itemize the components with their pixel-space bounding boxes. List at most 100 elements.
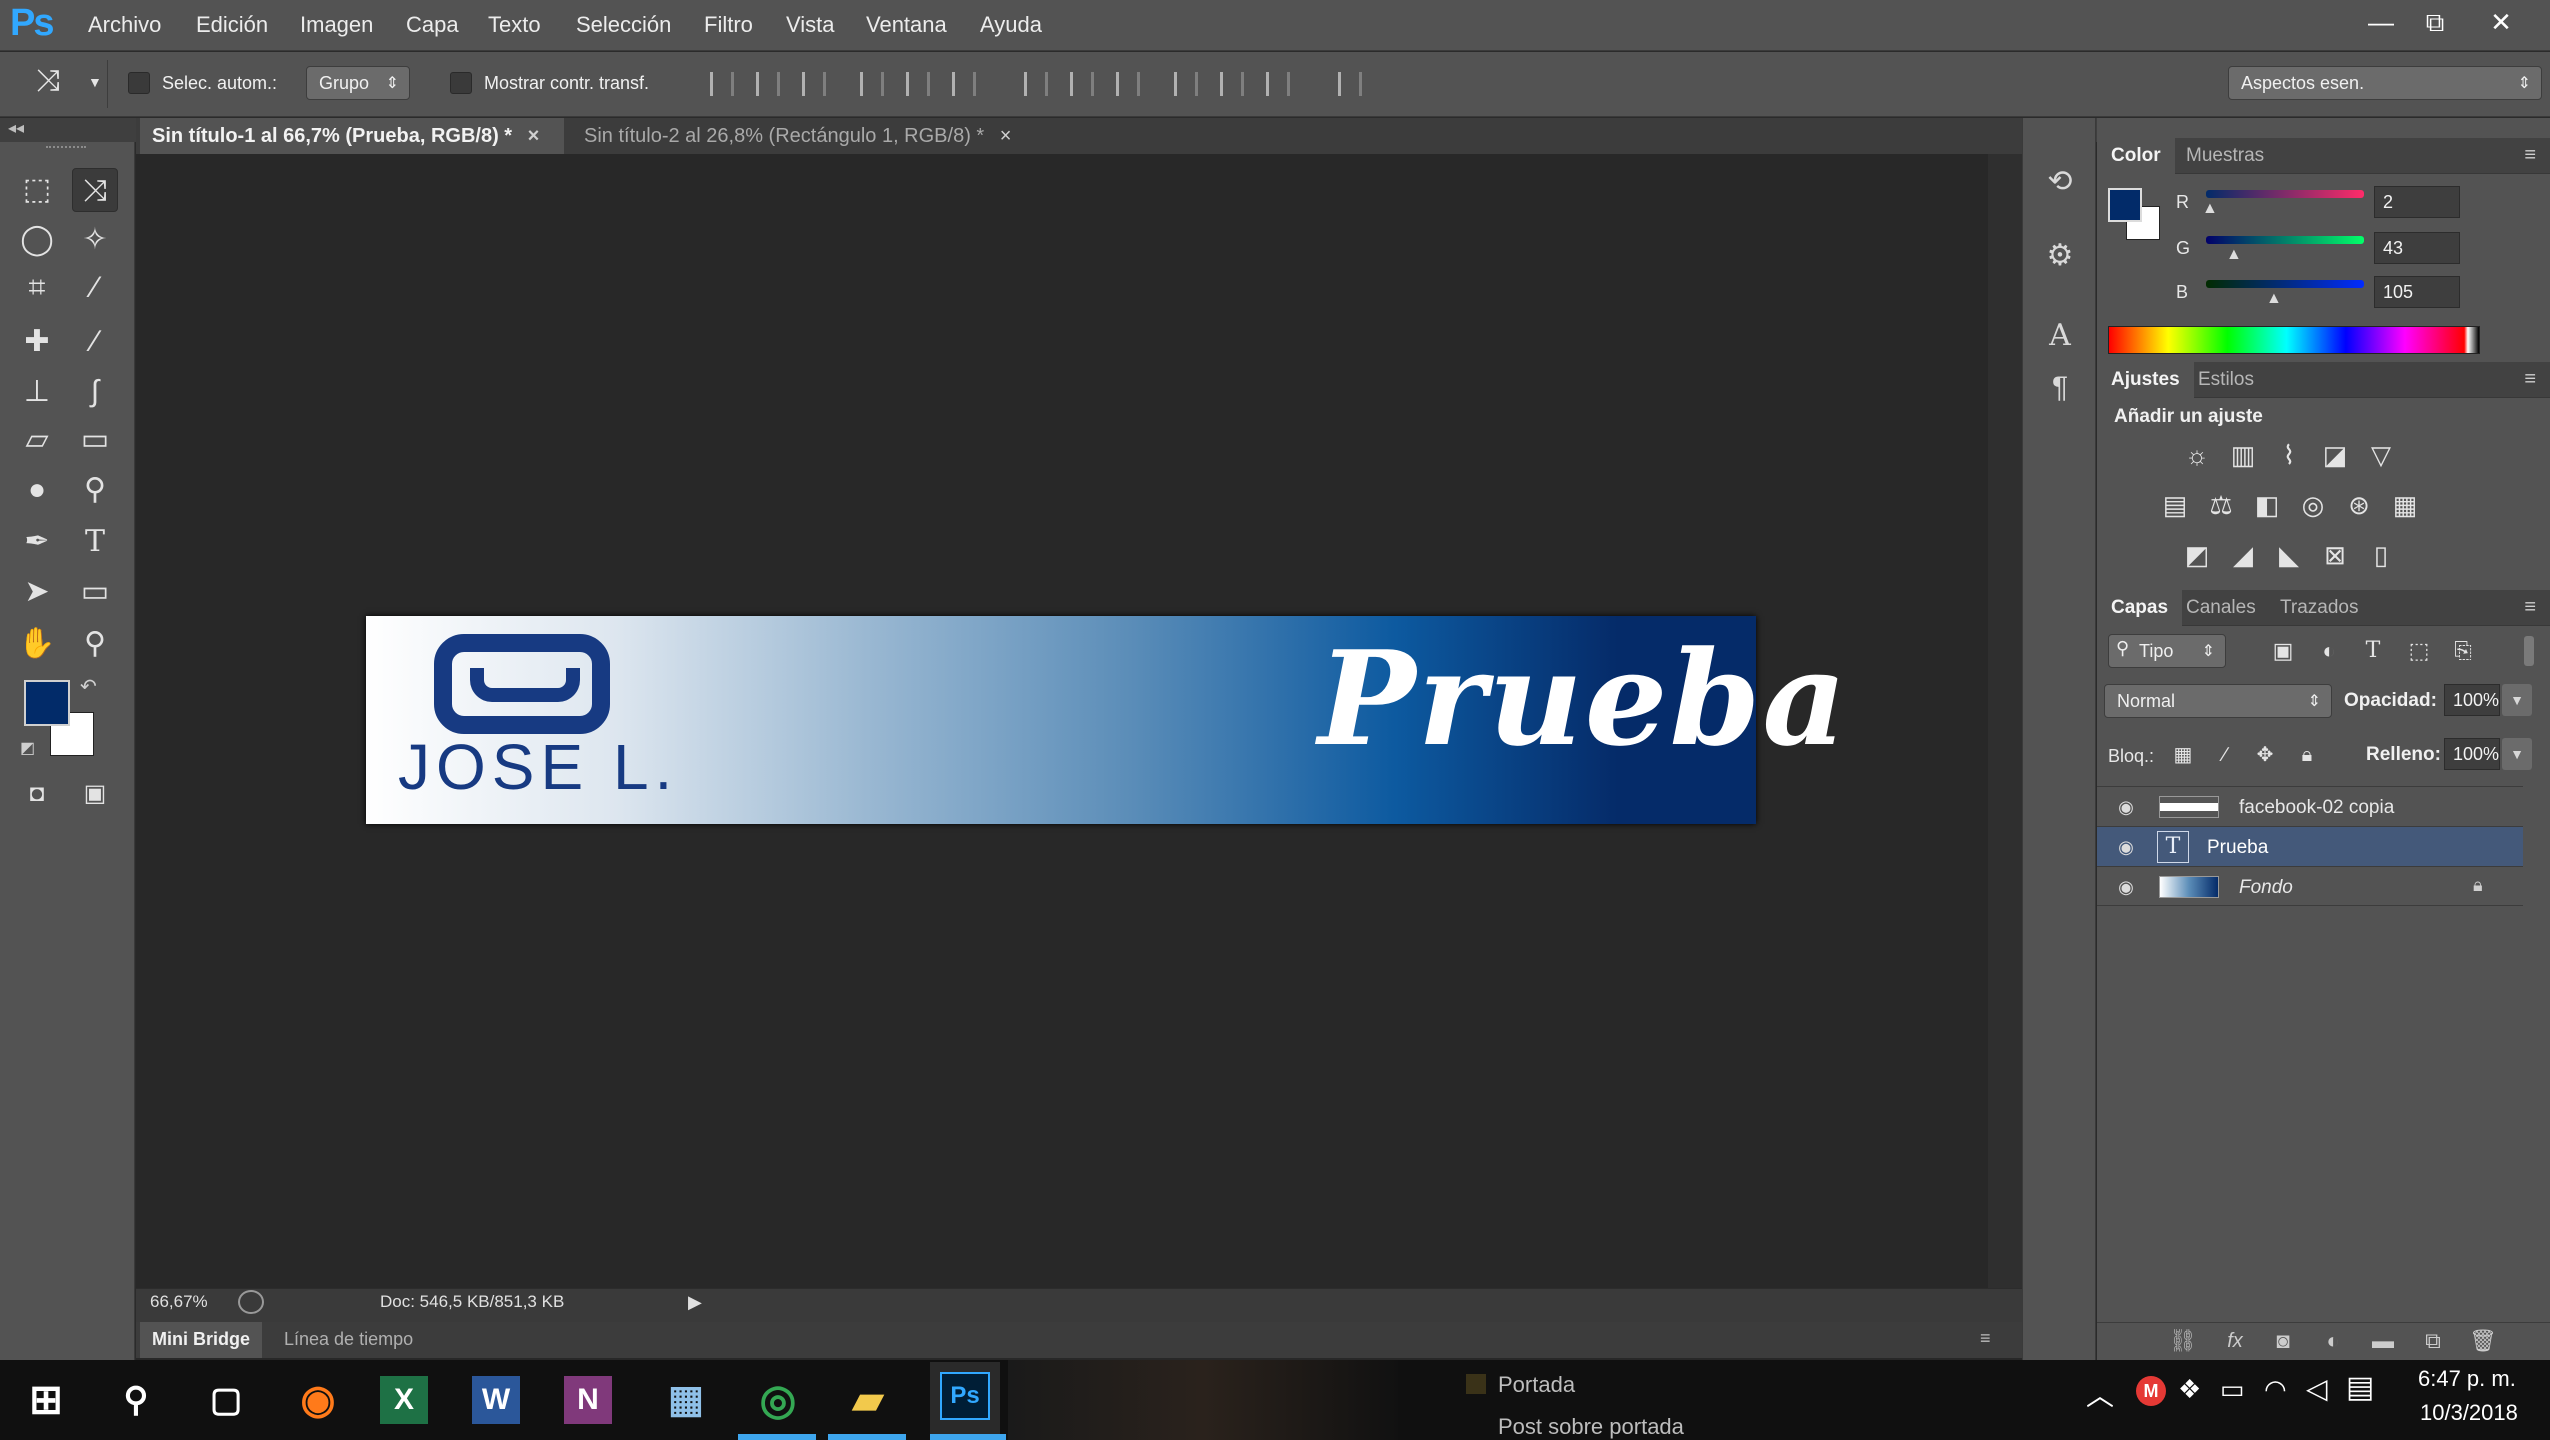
tab-adjustments[interactable]: Ajustes [2097, 362, 2194, 398]
pen-tool-icon[interactable]: ✒ [14, 520, 60, 564]
tab-color[interactable]: Color [2097, 138, 2175, 174]
onenote-icon[interactable]: N [564, 1376, 612, 1424]
new-layer-icon[interactable]: ⧉ [2416, 1324, 2450, 1358]
type-tool-icon[interactable]: T [72, 520, 118, 564]
align-left-icon[interactable] [860, 72, 884, 96]
layer-style-icon[interactable]: fx [2218, 1324, 2252, 1358]
input-g[interactable]: 43 [2374, 232, 2460, 264]
history-brush-tool-icon[interactable]: ∫ [72, 370, 118, 414]
color-lookup-icon[interactable]: ▦ [2388, 488, 2422, 522]
menu-texto[interactable]: Texto [488, 12, 541, 38]
eyedropper-tool-icon[interactable]: ⁄ [72, 266, 118, 310]
battery-tray-icon[interactable]: ▭ [2220, 1374, 2245, 1405]
align-bottom-icon[interactable] [802, 72, 826, 96]
distribute-hcenter-icon[interactable] [1220, 72, 1244, 96]
tool-preset-picker[interactable]: ⤨ ▼ [18, 60, 108, 108]
slider-r-thumb[interactable]: ▲ [2202, 200, 2218, 218]
notifications-icon[interactable]: ▤ [2346, 1370, 2374, 1405]
default-colors-icon[interactable]: ◩ [20, 738, 35, 758]
doc-tab-2[interactable]: Sin título-2 al 26,8% (Rectángulo 1, RGB… [572, 118, 1058, 154]
visibility-eye-icon[interactable]: ◉ [2111, 827, 2141, 867]
search-icon[interactable]: ⚲ [106, 1370, 166, 1430]
vertical-scrollbar[interactable] [1988, 154, 2022, 1288]
input-r[interactable]: 2 [2374, 186, 2460, 218]
fill-slider-button[interactable]: ▼ [2502, 738, 2532, 770]
auto-select-dropdown[interactable]: Grupo [306, 66, 410, 100]
link-layers-icon[interactable]: ⛓ [2166, 1324, 2200, 1358]
black-white-icon[interactable]: ◧ [2250, 488, 2284, 522]
align-right-icon[interactable] [952, 72, 976, 96]
vibrance-icon[interactable]: ▽ [2364, 438, 2398, 472]
layer-row[interactable]: ◉ facebook-02 copia [2097, 786, 2523, 826]
close-tab-icon[interactable]: × [528, 125, 540, 147]
tab-mini-bridge[interactable]: Mini Bridge [140, 1322, 262, 1358]
hand-tool-icon[interactable]: ✋ [14, 622, 60, 666]
filter-shape-icon[interactable]: ⬚ [2402, 634, 2436, 668]
delete-layer-icon[interactable]: 🗑︎ [2466, 1324, 2500, 1358]
zoom-level[interactable]: 66,67% [150, 1292, 208, 1312]
tab-layers[interactable]: Capas [2097, 590, 2183, 626]
distribute-top-icon[interactable] [1024, 72, 1048, 96]
calculator-icon[interactable]: ▦ [656, 1370, 716, 1430]
restore-button[interactable]: ⧉ [2408, 4, 2462, 40]
file-explorer-icon[interactable]: ▰ [838, 1370, 898, 1430]
color-balance-icon[interactable]: ⚖ [2204, 488, 2238, 522]
properties-panel-icon[interactable]: ⚙ [2040, 236, 2080, 276]
tab-paths[interactable]: Trazados [2266, 590, 2373, 626]
eraser-tool-icon[interactable]: ▱ [14, 418, 60, 462]
menu-ventana[interactable]: Ventana [866, 12, 947, 38]
start-icon[interactable]: ⊞ [16, 1370, 76, 1430]
zoom-tool-icon[interactable]: ⚲ [72, 622, 118, 666]
menu-imagen[interactable]: Imagen [300, 12, 373, 38]
slider-b[interactable] [2206, 280, 2364, 288]
panel-menu-icon[interactable]: ≡ [2524, 144, 2536, 167]
photo-filter-icon[interactable]: ◎ [2296, 488, 2330, 522]
levels-icon[interactable]: ▥ [2226, 438, 2260, 472]
slider-r[interactable] [2206, 190, 2364, 198]
brightness-contrast-icon[interactable]: ☼ [2180, 438, 2214, 472]
new-adjustment-icon[interactable]: ◐ [2316, 1324, 2350, 1358]
visibility-eye-icon[interactable]: ◉ [2111, 867, 2141, 907]
status-menu-arrow-icon[interactable]: ▶ [688, 1292, 702, 1313]
foreground-color-swatch[interactable] [24, 680, 70, 726]
blur-tool-icon[interactable]: ● [14, 468, 60, 512]
filter-toggle[interactable] [2524, 636, 2534, 666]
collapse-left-icon[interactable]: ◂◂ [8, 118, 24, 138]
close-tab-icon[interactable]: × [1000, 125, 1012, 147]
photoshop-taskbar-button[interactable]: Ps [930, 1362, 1000, 1434]
filter-adjustment-icon[interactable]: ◐ [2312, 634, 2346, 668]
show-transform-checkbox[interactable] [450, 72, 472, 94]
opacity-input[interactable]: 100% [2444, 684, 2500, 716]
clock-time[interactable]: 6:47 p. m. [2418, 1366, 2516, 1392]
dropbox-tray-icon[interactable]: ❖ [2178, 1374, 2201, 1405]
lock-image-icon[interactable]: ∕ [2208, 738, 2242, 772]
panel-menu-icon[interactable]: ≡ [2524, 596, 2536, 619]
bottom-panel-menu-icon[interactable]: ≡ [1980, 1328, 1991, 1349]
exposure-icon[interactable]: ◪ [2318, 438, 2352, 472]
menu-archivo[interactable]: Archivo [88, 12, 161, 38]
add-mask-icon[interactable]: ◙ [2266, 1324, 2300, 1358]
curves-icon[interactable]: ⌇ [2272, 438, 2306, 472]
antivirus-tray-icon[interactable]: M [2136, 1376, 2166, 1406]
layer-row-selected[interactable]: ◉ T Prueba [2097, 826, 2523, 866]
auto-select-checkbox[interactable] [128, 72, 150, 94]
task-view-icon[interactable]: ▢ [196, 1370, 256, 1430]
tab-swatches[interactable]: Muestras [2172, 138, 2278, 174]
word-icon[interactable]: W [472, 1376, 520, 1424]
toolbox-grip[interactable] [46, 146, 86, 150]
character-panel-icon[interactable]: A [2040, 316, 2080, 356]
workspace-dropdown[interactable]: Aspectos esen. [2228, 66, 2542, 100]
lock-transparent-icon[interactable]: ▦ [2166, 738, 2200, 772]
rectangle-tool-icon[interactable]: ▭ [72, 570, 118, 614]
new-group-icon[interactable]: ▬ [2366, 1324, 2400, 1358]
menu-capa[interactable]: Capa [406, 12, 459, 38]
align-vcenter-icon[interactable] [756, 72, 780, 96]
move-tool-icon[interactable]: ⤨ [72, 168, 118, 212]
threshold-icon[interactable]: ◣ [2272, 538, 2306, 572]
close-window-button[interactable]: ✕ [2474, 4, 2528, 40]
chrome-icon[interactable]: ◎ [748, 1370, 808, 1430]
align-top-icon[interactable] [710, 72, 734, 96]
filter-pixel-icon[interactable]: ▣ [2266, 634, 2300, 668]
status-export-icon[interactable] [238, 1290, 264, 1314]
lasso-tool-icon[interactable]: ◯ [14, 218, 60, 262]
